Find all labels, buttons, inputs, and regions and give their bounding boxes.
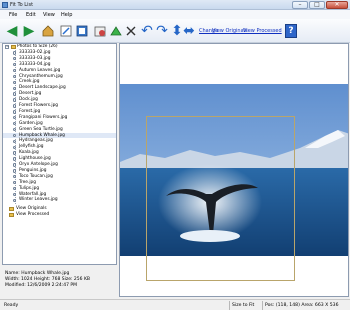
tools-icon[interactable] [92, 23, 108, 39]
back-arrow-icon[interactable]: ◀ [4, 23, 20, 39]
view-processed-link[interactable]: View Processed [243, 28, 282, 34]
home-icon[interactable] [40, 23, 56, 39]
item-radio[interactable] [13, 169, 17, 173]
toolbar: ◀ ▶ ↶ ↷ ⬍ ⬌ Change View Originals View P… [0, 19, 350, 43]
flip-icon[interactable] [123, 23, 139, 39]
item-radio[interactable] [13, 121, 17, 126]
info-modified: Modified: 12/6/2009 2:24:47 PM [5, 283, 78, 288]
item-radio[interactable] [13, 198, 17, 203]
rotate-left-icon[interactable] [108, 23, 124, 39]
menu-help[interactable]: Help [61, 12, 72, 18]
collapse-toggle[interactable]: − [5, 44, 9, 49]
item-radio[interactable] [13, 74, 17, 79]
item-radio[interactable] [13, 57, 17, 61]
status-separator [262, 301, 263, 310]
folder-icon [11, 45, 16, 49]
item-radio[interactable] [13, 175, 17, 179]
undo-icon[interactable]: ↶ [139, 23, 155, 39]
item-radio[interactable] [13, 92, 17, 96]
item-radio[interactable] [13, 192, 17, 197]
settings-icon[interactable] [74, 23, 90, 39]
menu-view[interactable]: View [43, 12, 55, 18]
maximize-button[interactable]: □ [309, 1, 325, 9]
status-separator [229, 301, 230, 310]
title-bar: Fit To List – □ ✕ [0, 0, 350, 10]
help-icon[interactable]: ? [285, 24, 297, 38]
tree-item[interactable]: Winter Leaves.jpg [3, 197, 116, 203]
item-radio[interactable] [13, 151, 17, 155]
menu-file[interactable]: File [9, 12, 17, 18]
item-radio[interactable] [13, 80, 17, 85]
menu-edit[interactable]: Edit [26, 12, 36, 18]
item-radio[interactable] [13, 86, 17, 90]
item-radio[interactable] [13, 157, 17, 161]
crop-rectangle[interactable] [146, 116, 295, 281]
item-radio[interactable] [13, 186, 17, 191]
status-mode: Size to Fit [232, 303, 255, 308]
status-ready: Ready [4, 303, 19, 308]
folder-view-processed[interactable]: View Processed [3, 212, 116, 218]
item-radio[interactable] [13, 110, 17, 114]
item-radio[interactable] [13, 104, 17, 108]
menu-bar: File Edit View Help [0, 10, 350, 19]
item-radio[interactable] [13, 163, 17, 167]
folder-icon [9, 213, 14, 218]
tree-item-label: Winter Leaves.jpg [19, 197, 58, 203]
folder-label: View Processed [16, 212, 50, 218]
status-position: Pos: (118, 148) Area: 663 X 536 [265, 303, 339, 308]
rotate-right-icon[interactable]: ⬌ [181, 23, 197, 39]
item-radio[interactable] [13, 98, 17, 102]
edit-icon[interactable] [58, 23, 74, 39]
item-radio[interactable] [13, 180, 17, 185]
item-radio[interactable] [13, 145, 17, 149]
item-radio[interactable] [13, 116, 17, 120]
folder-icon [9, 207, 14, 212]
redo-icon[interactable]: ↷ [154, 23, 170, 39]
window-title: Fit To List [10, 2, 34, 8]
info-dimensions: Width: 1024 Height: 768 Size: 256 KB [5, 277, 90, 282]
forward-arrow-icon[interactable]: ▶ [21, 23, 37, 39]
close-button[interactable]: ✕ [326, 1, 348, 9]
item-radio[interactable] [13, 68, 17, 73]
item-radio[interactable] [13, 139, 17, 144]
image-viewer[interactable] [119, 43, 349, 297]
item-radio[interactable] [13, 133, 17, 138]
file-tree: − Photos to Size (26) 333333-02.jpg 33333… [2, 43, 117, 265]
item-radio[interactable] [13, 62, 17, 67]
info-name: Name: Humpback Whale.jpg [5, 271, 70, 276]
file-info: Name: Humpback Whale.jpg Width: 1024 Hei… [2, 265, 117, 298]
item-radio[interactable] [13, 127, 17, 132]
item-radio[interactable] [13, 51, 17, 55]
minimize-button[interactable]: – [292, 1, 308, 9]
status-bar: Ready Size to Fit Pos: (118, 148) Area: … [0, 299, 350, 310]
app-icon [2, 2, 8, 8]
